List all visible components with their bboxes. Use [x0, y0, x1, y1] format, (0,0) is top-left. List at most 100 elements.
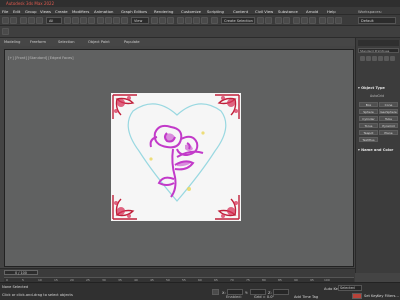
- ribbon: [0, 26, 400, 38]
- select-manipulate-icon[interactable]: [159, 17, 166, 24]
- menu-customize[interactable]: Customize: [181, 9, 201, 14]
- menu-edit[interactable]: Edit: [13, 9, 20, 14]
- selection-status: None Selected: [2, 285, 29, 289]
- add-time-tag[interactable]: Add Time Tag: [294, 295, 318, 299]
- z-coordinate-field[interactable]: [273, 289, 289, 295]
- menu-file[interactable]: File: [2, 9, 8, 14]
- tab-selection[interactable]: Selection: [58, 40, 75, 44]
- lights-icon[interactable]: [372, 56, 377, 61]
- time-slider-area: 0 / 100 0 5 10 15 20 25 30 35 40 45 50 5…: [0, 268, 355, 282]
- menu-scripting[interactable]: Scripting: [207, 9, 224, 14]
- geosphere-button[interactable]: GeoSphere: [379, 109, 398, 114]
- redo-icon[interactable]: [10, 17, 17, 24]
- space-warps-icon[interactable]: [390, 56, 395, 61]
- key-filters-button[interactable]: Key Filters...: [377, 294, 399, 298]
- select-by-name-icon[interactable]: [72, 17, 79, 24]
- name-color-header: Name and Color: [361, 148, 394, 152]
- menu-views[interactable]: Views: [40, 9, 51, 14]
- sphere-button[interactable]: Sphere: [359, 109, 378, 114]
- pyramid-button[interactable]: Pyramid: [379, 123, 398, 128]
- link-icon[interactable]: [20, 17, 27, 24]
- keyboard-shortcut-override-icon[interactable]: [167, 17, 174, 24]
- tab-modeling[interactable]: Modeling: [4, 40, 20, 44]
- schematic-view-icon[interactable]: [301, 17, 308, 24]
- unlink-icon[interactable]: [28, 17, 35, 24]
- render-production-icon[interactable]: [335, 17, 342, 24]
- torus-button[interactable]: Torus: [359, 123, 378, 128]
- menu-content[interactable]: Content: [233, 9, 248, 14]
- command-panel-tabs[interactable]: [358, 40, 399, 46]
- tab-freeform[interactable]: Freeform: [30, 40, 46, 44]
- move-icon[interactable]: [97, 17, 104, 24]
- menu-substance[interactable]: Substance: [278, 9, 298, 14]
- tab-object-paint[interactable]: Object Paint: [88, 40, 110, 44]
- pivot-center-icon[interactable]: [151, 17, 158, 24]
- edit-named-selection-icon[interactable]: [211, 17, 218, 24]
- reference-coordinate-dropdown[interactable]: View: [131, 17, 149, 24]
- snaps-toggle-icon[interactable]: [177, 17, 184, 24]
- spinner-snap-icon[interactable]: [201, 17, 208, 24]
- menu-civil-view[interactable]: Civil View: [255, 9, 273, 14]
- place-icon[interactable]: [121, 17, 128, 24]
- viewport-label[interactable]: [+] [Front] [Standard] [Edged Faces]: [8, 56, 74, 60]
- menu-arnold[interactable]: Arnold: [306, 9, 318, 14]
- percent-snap-icon[interactable]: [193, 17, 200, 24]
- material-editor-icon[interactable]: [309, 17, 316, 24]
- rectangular-selection-icon[interactable]: [80, 17, 87, 24]
- set-key-label: Set Key: [364, 294, 378, 298]
- rotate-icon[interactable]: [105, 17, 112, 24]
- primitives-dropdown[interactable]: Standard Primitives: [358, 48, 399, 53]
- undo-icon[interactable]: [2, 17, 9, 24]
- command-panel: Standard Primitives ▾ Object Type AutoGr…: [355, 38, 400, 273]
- teapot-button[interactable]: Teapot: [359, 130, 378, 135]
- toggle-layer-explorer-icon[interactable]: [283, 17, 290, 24]
- workspace-dropdown[interactable]: Default: [358, 17, 396, 24]
- tab-populate[interactable]: Populate: [124, 40, 140, 44]
- set-key-icon[interactable]: [352, 293, 362, 299]
- textplus-button[interactable]: TextPlus: [359, 137, 378, 142]
- autogrid-checkbox[interactable]: AutoGrid: [358, 94, 399, 99]
- menu-animation[interactable]: Animation: [94, 9, 113, 14]
- enabled-label: Enabled:: [226, 295, 242, 299]
- plane-button[interactable]: Plane: [379, 130, 398, 135]
- time-slider[interactable]: 0 / 100: [4, 270, 38, 275]
- textured-plane[interactable]: [111, 93, 241, 221]
- cameras-icon[interactable]: [378, 56, 383, 61]
- named-selection-set-input[interactable]: Create Selection Set: [221, 17, 255, 24]
- ribbon-toggle-icon[interactable]: [2, 28, 9, 35]
- select-object-icon[interactable]: [64, 17, 71, 24]
- scale-icon[interactable]: [113, 17, 120, 24]
- title-bar: Autodesk 3ds Max 2022: [0, 0, 400, 7]
- mirror-icon[interactable]: [257, 17, 264, 24]
- render-setup-icon[interactable]: [319, 17, 326, 24]
- curve-editor-icon[interactable]: [293, 17, 300, 24]
- helpers-icon[interactable]: [384, 56, 389, 61]
- menu-create[interactable]: Create: [55, 9, 68, 14]
- ribbon-tab-row: Modeling Freeform Selection Object Paint…: [0, 38, 355, 46]
- toggle-scene-explorer-icon[interactable]: [275, 17, 282, 24]
- cylinder-button[interactable]: Cylinder: [359, 116, 378, 121]
- window-title: Autodesk 3ds Max 2022: [6, 1, 55, 6]
- window-crossing-icon[interactable]: [88, 17, 95, 24]
- menu-rendering[interactable]: Rendering: [154, 9, 173, 14]
- bind-space-warp-icon[interactable]: [36, 17, 43, 24]
- align-icon[interactable]: [265, 17, 272, 24]
- box-button[interactable]: Box: [359, 102, 378, 107]
- angle-snap-icon[interactable]: [185, 17, 192, 24]
- menu-group[interactable]: Group: [25, 9, 37, 14]
- object-type-rollout[interactable]: ▾ Object Type: [358, 86, 399, 91]
- front-viewport[interactable]: [+] [Front] [Standard] [Edged Faces]: [4, 49, 354, 267]
- menu-modifiers[interactable]: Modifiers: [72, 9, 89, 14]
- geometry-icon[interactable]: [360, 56, 365, 61]
- auto-key-selection-dropdown[interactable]: Selected: [338, 285, 362, 291]
- menu-help[interactable]: Help: [327, 9, 336, 14]
- shapes-icon[interactable]: [366, 56, 371, 61]
- selection-filter-dropdown[interactable]: All: [46, 17, 62, 24]
- name-color-rollout[interactable]: ▾ Name and Color: [358, 148, 399, 153]
- rendered-frame-window-icon[interactable]: [327, 17, 334, 24]
- cone-button[interactable]: Cone: [379, 102, 398, 107]
- autogrid-label: AutoGrid: [370, 94, 385, 98]
- menu-graph-editors[interactable]: Graph Editors: [121, 9, 147, 14]
- lock-selection-icon[interactable]: [212, 289, 219, 295]
- tube-button[interactable]: Tube: [379, 116, 398, 121]
